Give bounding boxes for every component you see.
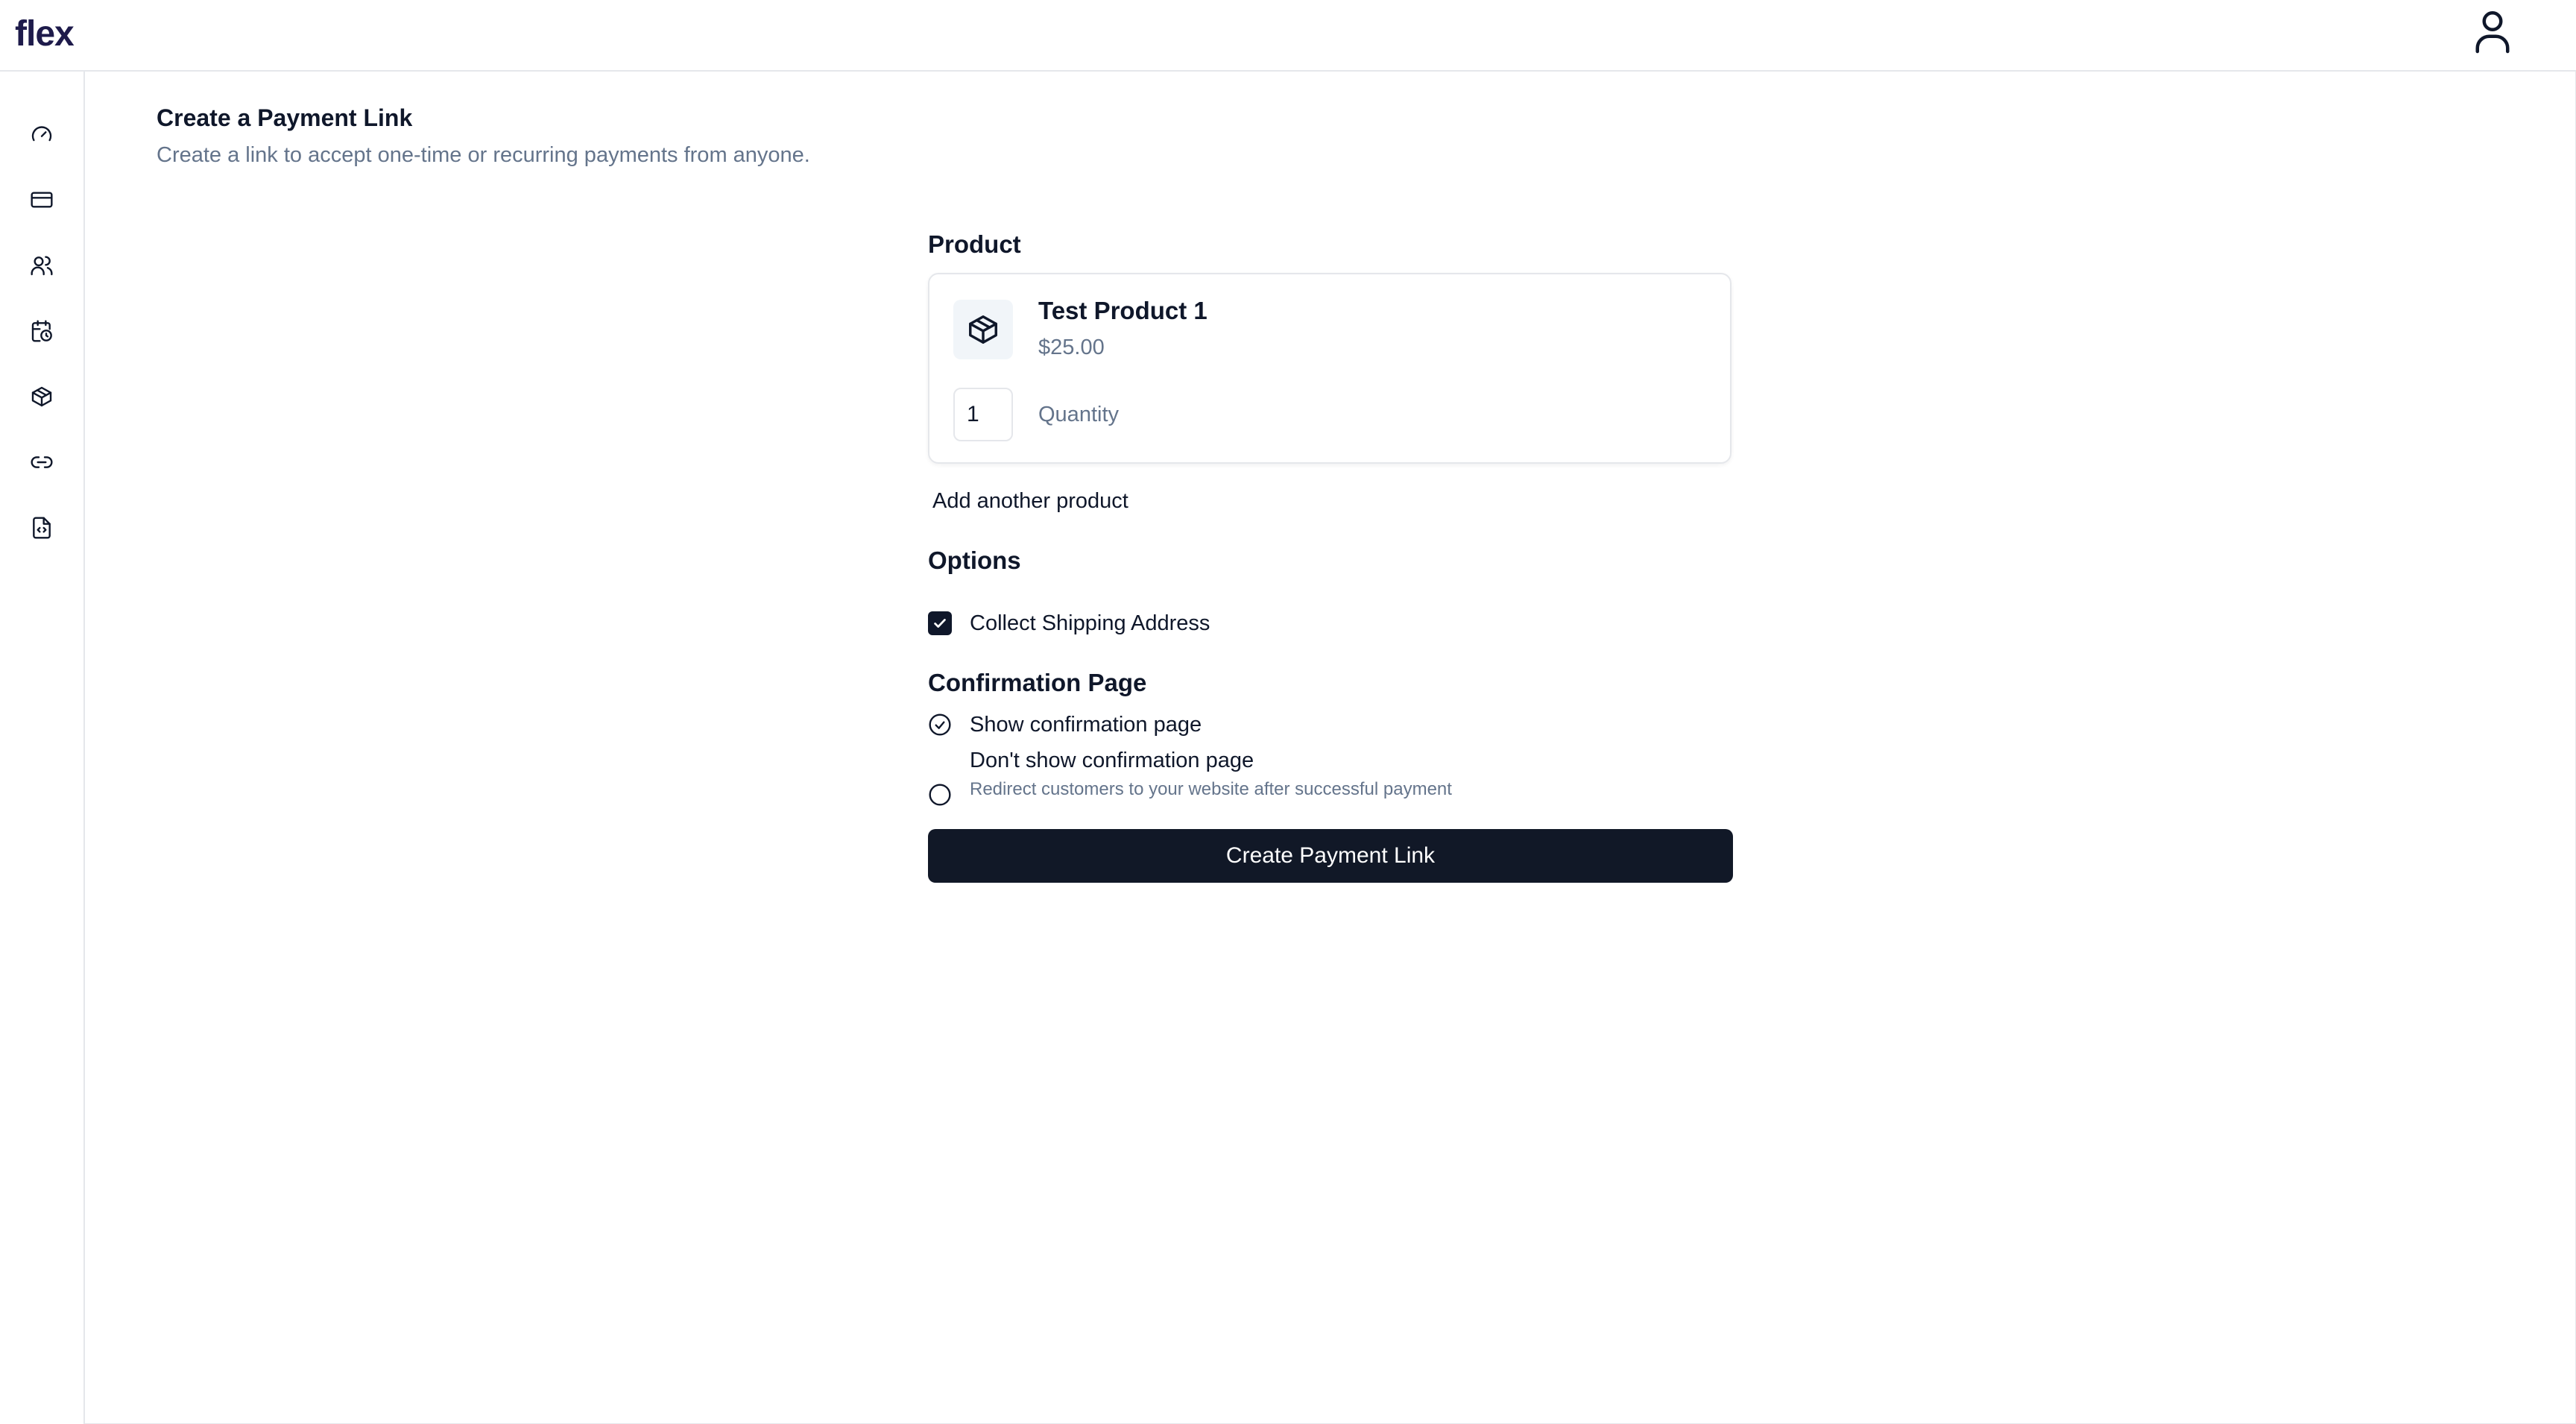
link-icon	[31, 456, 53, 468]
sidebar-item-payment-links[interactable]	[21, 441, 63, 483]
calendar-clock-icon	[31, 320, 52, 342]
radio-unchecked-icon	[929, 784, 951, 806]
product-card: Test Product 1 $25.00 Quantity	[928, 273, 1731, 464]
radio-checked-icon	[929, 713, 951, 736]
sidebar-item-subscriptions[interactable]	[21, 310, 63, 352]
app-logo[interactable]: flex	[15, 10, 75, 58]
top-bar: flex	[0, 0, 2576, 72]
options-section-label: Options	[928, 546, 1021, 574]
confirmation-section-label: Confirmation Page	[928, 669, 1147, 696]
add-another-product-button[interactable]: Add another product	[932, 486, 1128, 516]
show-confirmation-label: Show confirmation page	[970, 713, 1202, 737]
file-code-icon	[33, 517, 51, 539]
payment-link-form: Product Test Product 1 $25.00 Quantity A…	[928, 222, 1733, 883]
quantity-input[interactable]	[953, 388, 1013, 441]
collect-shipping-label: Collect Shipping Address	[970, 611, 1210, 635]
sidebar-item-developers[interactable]	[21, 507, 63, 549]
product-thumbnail	[953, 300, 1013, 359]
create-payment-link-button[interactable]: Create Payment Link	[928, 829, 1733, 883]
users-icon	[31, 256, 53, 276]
package-icon	[31, 386, 52, 407]
collect-shipping-checkbox[interactable]	[928, 611, 952, 635]
sidebar-item-payments[interactable]	[21, 179, 63, 221]
collect-shipping-option[interactable]: Collect Shipping Address	[928, 608, 1733, 638]
page-subtitle: Create a link to accept one-time or recu…	[157, 143, 810, 167]
page-title: Create a Payment Link	[157, 104, 413, 131]
sidebar	[0, 72, 85, 1424]
hide-confirmation-radio[interactable]	[928, 783, 952, 807]
hide-confirmation-option[interactable]: Don't show confirmation page Redirect cu…	[928, 749, 1733, 807]
product-section-label: Product	[928, 230, 1021, 258]
package-icon	[969, 315, 997, 344]
quantity-label: Quantity	[1038, 403, 1119, 426]
product-price: $25.00	[1038, 335, 1105, 359]
user-icon	[2475, 11, 2510, 54]
credit-card-icon	[31, 192, 53, 208]
sidebar-item-dashboard[interactable]	[21, 113, 63, 155]
show-confirmation-radio[interactable]	[928, 713, 952, 737]
hide-confirmation-description: Redirect customers to your website after…	[970, 779, 1452, 799]
check-icon	[934, 619, 946, 628]
user-account-button[interactable]	[2469, 7, 2516, 55]
product-name: Test Product 1	[1038, 297, 1208, 324]
show-confirmation-option[interactable]: Show confirmation page	[928, 710, 1733, 740]
hide-confirmation-label: Don't show confirmation page	[970, 749, 1254, 772]
sidebar-item-products[interactable]	[21, 376, 63, 418]
sidebar-item-customers[interactable]	[21, 245, 63, 286]
page-header: Create a Payment Link Create a link to a…	[157, 101, 810, 170]
gauge-icon	[31, 126, 52, 142]
